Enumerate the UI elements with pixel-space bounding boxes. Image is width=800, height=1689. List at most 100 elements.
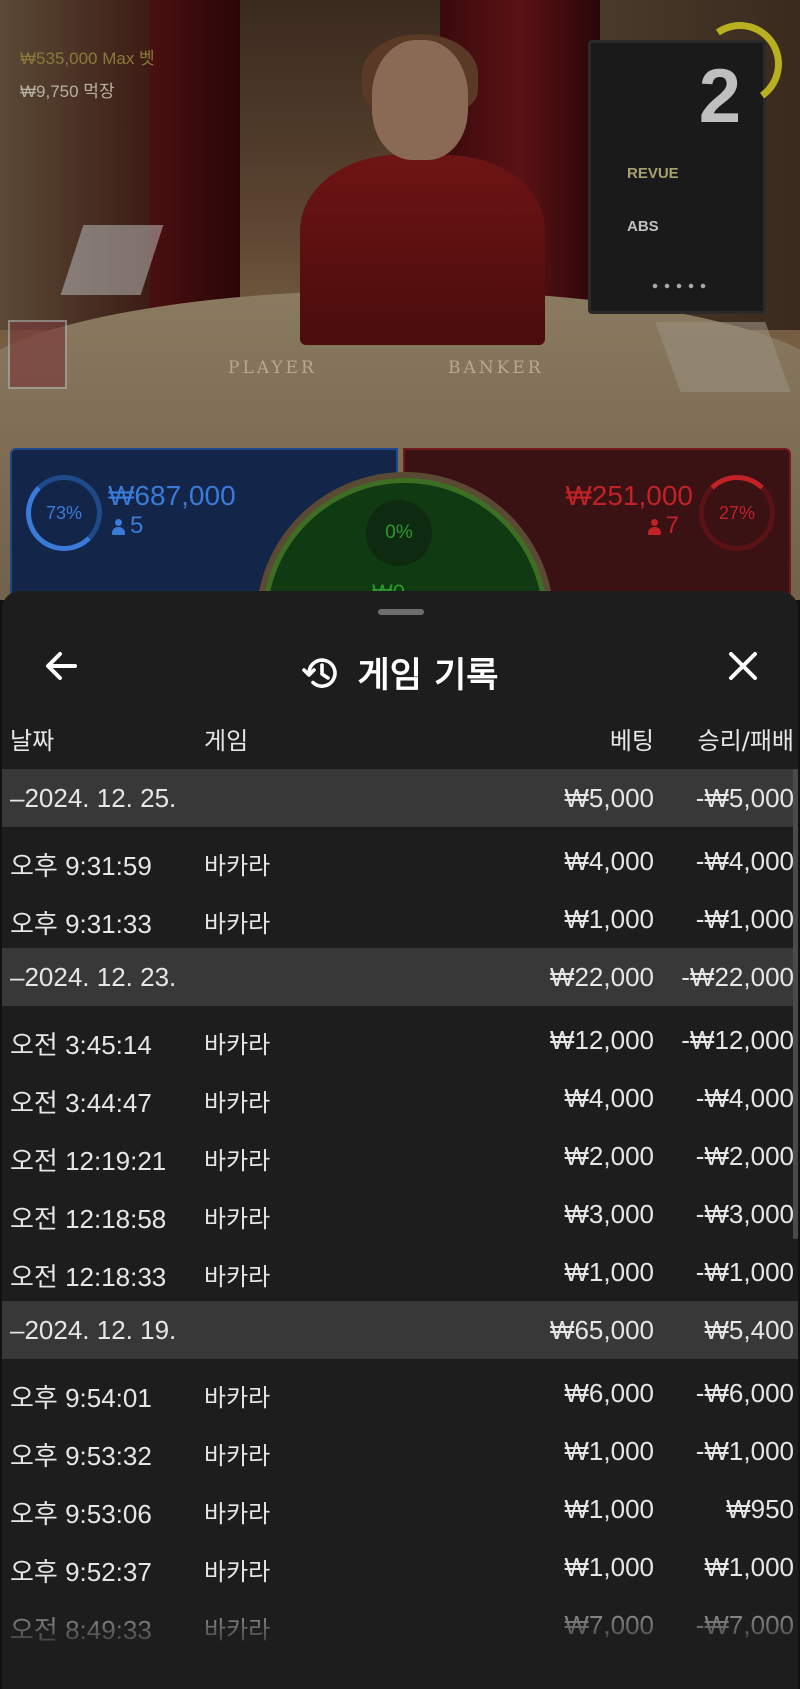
tie-percent: 0% xyxy=(385,522,413,543)
row-time: 오전 3:45:14 xyxy=(10,1030,152,1060)
row-result: -₩7,000 xyxy=(695,1610,794,1640)
row-time: 오전 12:18:33 xyxy=(10,1262,167,1292)
row-bet: ₩1,000 xyxy=(564,904,654,934)
row-time: 오후 9:53:06 xyxy=(10,1499,152,1529)
date-group-row[interactable]: –2024. 12. 19. ₩65,000 ₩5,400 xyxy=(2,1301,798,1359)
dealer xyxy=(372,40,468,160)
close-icon xyxy=(729,652,757,680)
group-date: –2024. 12. 19. xyxy=(10,1315,177,1345)
row-result: -₩1,000 xyxy=(695,1257,794,1287)
history-icon xyxy=(301,657,337,688)
person-icon xyxy=(647,519,661,535)
banker-percent-ring: 27% xyxy=(699,475,775,551)
row-result: ₩950 xyxy=(726,1494,794,1524)
row-game: 바카라 xyxy=(204,1089,271,1117)
sheet-header: 게임 기록 xyxy=(2,627,798,707)
row-time: 오후 9:31:59 xyxy=(10,851,152,881)
dealer xyxy=(300,155,545,345)
row-time: 오후 9:52:37 xyxy=(10,1557,152,1587)
row-game: 바카라 xyxy=(204,852,271,880)
curtain xyxy=(150,0,240,320)
person-icon xyxy=(112,519,125,535)
table-row[interactable]: 오전 3:45:14 바카라 ₩12,000 -₩12,000 xyxy=(2,1011,798,1069)
drag-handle[interactable] xyxy=(378,609,424,615)
row-time: 오전 3:44:47 xyxy=(10,1088,152,1118)
row-time: 오후 9:53:32 xyxy=(10,1441,152,1471)
monitor-logo: ABS xyxy=(627,218,659,235)
group-bet-total: ₩65,000 xyxy=(549,1315,654,1345)
table-row[interactable]: 오후 9:31:33 바카라 ₩1,000 -₩1,000 xyxy=(2,890,798,948)
column-header-bet: 베팅 xyxy=(609,727,654,755)
table-row[interactable]: 오후 9:31:59 바카라 ₩4,000 -₩4,000 xyxy=(2,832,798,890)
row-bet: ₩6,000 xyxy=(564,1378,654,1408)
row-bet: ₩4,000 xyxy=(564,1083,654,1113)
banker-total-amount: ₩251,000 xyxy=(565,480,693,511)
scrollbar[interactable] xyxy=(793,769,798,1239)
group-result-total: ₩5,400 xyxy=(704,1315,794,1345)
table-row[interactable]: 오전 3:44:47 바카라 ₩4,000 -₩4,000 xyxy=(2,1069,798,1127)
row-bet: ₩7,000 xyxy=(564,1610,654,1640)
pagination-dots xyxy=(649,283,709,289)
banker-count: 7 xyxy=(647,512,679,540)
row-result: -₩1,000 xyxy=(695,1436,794,1466)
row-bet: ₩2,000 xyxy=(564,1141,654,1171)
row-game: 바카라 xyxy=(204,1384,271,1412)
row-result: -₩1,000 xyxy=(695,904,794,934)
row-game: 바카라 xyxy=(204,1558,271,1586)
row-game: 바카라 xyxy=(204,1442,271,1470)
player-percent: 73% xyxy=(45,502,83,523)
date-group-row[interactable]: –2024. 12. 23. ₩22,000 -₩22,000 xyxy=(2,948,798,1006)
row-result: -₩4,000 xyxy=(695,1083,794,1113)
group-bet-total: ₩5,000 xyxy=(564,783,654,813)
row-bet: ₩1,000 xyxy=(564,1552,654,1582)
table-label-player: PLAYER xyxy=(228,358,317,378)
close-button[interactable] xyxy=(718,641,768,691)
row-bet: ₩1,000 xyxy=(564,1436,654,1466)
column-header-date: 날짜 xyxy=(10,727,55,755)
player-count: 5 xyxy=(112,512,143,540)
game-history-sheet: 게임 기록 날짜 게임 베팅 승리/패배 –2024. 12. 25. ₩5,0… xyxy=(2,591,798,1689)
banker-percent: 27% xyxy=(718,502,756,523)
row-result: -₩2,000 xyxy=(695,1141,794,1171)
row-bet: ₩1,000 xyxy=(564,1257,654,1287)
monitor-logo: REVUE xyxy=(627,165,679,182)
live-video-stream: PLAYER BANKER 2 REVUE ABS ₩535,000 Max 벳… xyxy=(0,0,800,600)
table-row[interactable]: 오전 8:49:33 바카라 ₩7,000 -₩7,000 xyxy=(2,1596,798,1654)
banker-count-value: 7 xyxy=(665,512,679,539)
row-bet: ₩4,000 xyxy=(564,846,654,876)
row-game: 바카라 xyxy=(204,1616,271,1644)
row-game: 바카라 xyxy=(204,910,271,938)
tie-percent-ring: 0% xyxy=(366,500,432,566)
table-row[interactable]: 오전 12:18:58 바카라 ₩3,000 -₩3,000 xyxy=(2,1185,798,1243)
card-stack xyxy=(8,320,67,389)
row-bet: ₩12,000 xyxy=(549,1025,654,1055)
column-header-result: 승리/패배 xyxy=(697,727,794,755)
row-bet: ₩1,000 xyxy=(564,1494,654,1524)
table-row[interactable]: 오후 9:52:37 바카라 ₩1,000 ₩1,000 xyxy=(2,1538,798,1596)
row-result: ₩1,000 xyxy=(704,1552,794,1582)
row-game: 바카라 xyxy=(204,1205,271,1233)
date-group-row[interactable]: –2024. 12. 25. ₩5,000 -₩5,000 xyxy=(2,769,798,827)
table-row[interactable]: 오후 9:54:01 바카라 ₩6,000 -₩6,000 xyxy=(2,1364,798,1422)
row-time: 오후 9:31:33 xyxy=(10,909,152,939)
row-time: 오전 8:49:33 xyxy=(10,1615,152,1645)
row-result: -₩6,000 xyxy=(695,1378,794,1408)
table-limits: ₩535,000 Max 벳 ₩9,750 먹장 xyxy=(20,44,155,102)
row-bet: ₩3,000 xyxy=(564,1199,654,1229)
table-row[interactable]: 오후 9:53:32 바카라 ₩1,000 -₩1,000 xyxy=(2,1422,798,1480)
table-header: 날짜 게임 베팅 승리/패배 xyxy=(2,707,798,765)
row-result: -₩12,000 xyxy=(681,1025,794,1055)
player-total-amount: ₩687,000 xyxy=(108,480,236,511)
row-game: 바카라 xyxy=(204,1031,271,1059)
row-game: 바카라 xyxy=(204,1500,271,1528)
table-row[interactable]: 오후 9:53:06 바카라 ₩1,000 ₩950 xyxy=(2,1480,798,1538)
group-result-total: -₩5,000 xyxy=(695,783,794,813)
row-time: 오전 12:18:58 xyxy=(10,1204,167,1234)
row-time: 오후 9:54:01 xyxy=(10,1383,152,1413)
row-time: 오전 12:19:21 xyxy=(10,1146,167,1176)
row-game: 바카라 xyxy=(204,1147,271,1175)
group-result-total: -₩22,000 xyxy=(681,962,794,992)
table-row[interactable]: 오전 12:18:33 바카라 ₩1,000 -₩1,000 xyxy=(2,1243,798,1301)
min-bet-limit: ₩9,750 먹장 xyxy=(20,82,115,101)
table-row[interactable]: 오전 12:19:21 바카라 ₩2,000 -₩2,000 xyxy=(2,1127,798,1185)
